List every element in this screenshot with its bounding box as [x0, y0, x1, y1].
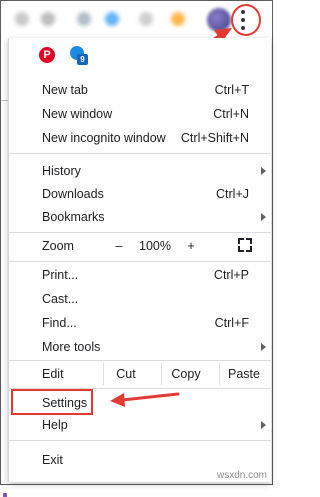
- shortcut-label: Ctrl+J: [216, 187, 249, 201]
- annotation-arrow-settings: [110, 392, 180, 407]
- menu-label: Exit: [42, 453, 63, 467]
- menu-item-cast[interactable]: Cast...: [9, 287, 271, 311]
- menu-label: Print...: [42, 268, 79, 282]
- badge-count: 9: [77, 54, 88, 65]
- menu-item-print[interactable]: Print... Ctrl+P: [9, 263, 271, 287]
- settings-highlight-box: [11, 389, 93, 415]
- cut-button[interactable]: Cut: [104, 361, 148, 387]
- menu-label: Find...: [42, 316, 77, 330]
- submenu-arrow-icon: [261, 213, 266, 221]
- menu-label: Bookmarks: [42, 210, 105, 224]
- menu-divider: [9, 153, 271, 154]
- shortcut-label: Ctrl+Shift+N: [180, 131, 249, 145]
- menu-divider: [9, 440, 271, 441]
- extension-icon[interactable]: [15, 12, 29, 26]
- menu-label: Edit: [42, 367, 64, 381]
- menu-item-new-window[interactable]: New window Ctrl+N: [9, 102, 271, 126]
- menu-label: New incognito window: [42, 131, 166, 145]
- page-background: [1, 38, 8, 497]
- extension-icon[interactable]: [77, 12, 91, 26]
- zoom-level: 100%: [139, 239, 171, 253]
- menu-label: More tools: [42, 340, 101, 354]
- menu-item-edit: Edit Cut Copy Paste: [9, 361, 271, 387]
- menu-label: Downloads: [42, 187, 104, 201]
- zoom-out-button[interactable]: –: [111, 236, 127, 256]
- submenu-arrow-icon: [261, 421, 266, 429]
- menu-item-history[interactable]: History: [9, 159, 271, 183]
- bookmark-app-icon[interactable]: 9: [70, 46, 90, 66]
- menu-item-new-tab[interactable]: New tab Ctrl+T: [9, 78, 271, 102]
- menu-item-exit[interactable]: Exit: [9, 448, 271, 472]
- shortcut-label: Ctrl+T: [214, 83, 249, 97]
- menu-label: Cast...: [42, 292, 79, 306]
- shortcut-label: Ctrl+F: [214, 316, 249, 330]
- bookmark-icons-row: P 9: [9, 38, 271, 76]
- submenu-arrow-icon: [261, 343, 266, 351]
- extension-icon[interactable]: [139, 12, 153, 26]
- menu-item-find[interactable]: Find... Ctrl+F: [9, 311, 271, 335]
- menu-item-help[interactable]: Help: [9, 413, 271, 437]
- shortcut-label: Ctrl+N: [213, 107, 249, 121]
- copy-button[interactable]: Copy: [162, 361, 210, 387]
- menu-label: Help: [42, 418, 68, 432]
- menu-label: New tab: [42, 83, 88, 97]
- zoom-in-button[interactable]: +: [183, 236, 199, 256]
- menu-divider: [9, 261, 271, 262]
- menu-label: History: [42, 164, 81, 178]
- extension-icon[interactable]: [105, 12, 119, 26]
- menu-label: New window: [42, 107, 113, 121]
- menu-item-more-tools[interactable]: More tools: [9, 335, 271, 359]
- chrome-menu: P 9 New tab Ctrl+T New window Ctrl+N New…: [8, 38, 271, 482]
- watermark: wsxdn.com: [216, 470, 267, 481]
- menu-item-zoom: Zoom – 100% +: [9, 234, 271, 260]
- menu-divider: [9, 232, 271, 233]
- extension-icon[interactable]: [41, 12, 55, 26]
- fullscreen-icon[interactable]: [238, 238, 252, 252]
- shortcut-label: Ctrl+P: [213, 268, 249, 282]
- pinterest-icon[interactable]: P: [39, 47, 55, 63]
- paste-button[interactable]: Paste: [220, 361, 268, 387]
- menu-label: Zoom: [42, 239, 74, 253]
- submenu-arrow-icon: [261, 167, 266, 175]
- menu-item-downloads[interactable]: Downloads Ctrl+J: [9, 182, 271, 206]
- menu-item-new-incognito-window[interactable]: New incognito window Ctrl+Shift+N: [9, 126, 271, 150]
- menu-item-bookmarks[interactable]: Bookmarks: [9, 205, 271, 229]
